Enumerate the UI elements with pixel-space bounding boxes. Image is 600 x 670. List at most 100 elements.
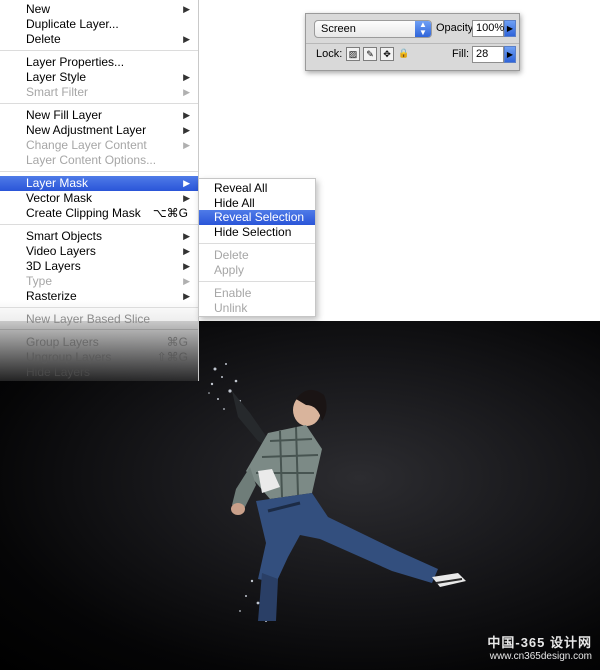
submenu-item-label: Reveal All xyxy=(214,181,268,195)
menu-item-ungroup-layers: Ungroup Layers ⇧⌘G xyxy=(0,350,198,365)
triangle-right-icon: ▶ xyxy=(183,72,190,82)
menu-item-label: New xyxy=(26,2,51,16)
submenu-item-reveal-selection[interactable]: Reveal Selection xyxy=(199,210,315,225)
shortcut-label: ⌘G xyxy=(166,335,188,349)
menu-item-type: Type ▶ xyxy=(0,274,198,289)
menu-item-label: Duplicate Layer... xyxy=(26,17,119,31)
triangle-right-icon: ▶ xyxy=(183,193,190,203)
menu-item-label: Vector Mask xyxy=(26,191,93,205)
menu-item-new-adjustment-layer[interactable]: New Adjustment Layer ▶ xyxy=(0,123,198,138)
submenu-item-label: Enable xyxy=(214,286,252,300)
menu-item-smart-objects[interactable]: Smart Objects ▶ xyxy=(0,229,198,244)
submenu-item-unlink: Unlink xyxy=(199,301,315,316)
submenu-item-label: Hide All xyxy=(214,196,255,210)
triangle-right-icon: ▶ xyxy=(183,4,190,14)
menu-item-label: New Fill Layer xyxy=(26,108,103,122)
triangle-right-icon: ▶ xyxy=(183,246,190,256)
menu-item-vector-mask[interactable]: Vector Mask ▶ xyxy=(0,191,198,206)
menu-item-group-layers[interactable]: Group Layers ⌘G xyxy=(0,335,198,350)
menu-item-create-clipping-mask[interactable]: Create Clipping Mask ⌥⌘G xyxy=(0,206,198,221)
triangle-right-icon: ▶ xyxy=(183,276,190,286)
layers-panel-header: Screen ▲ ▼ Opacity: 100% ▶ Lock: ▨ ✎ ✥ 🔒 … xyxy=(305,13,520,71)
triangle-right-icon: ▶ xyxy=(183,140,190,150)
opacity-slider-button[interactable]: ▶ xyxy=(504,20,516,37)
brush-lock-icon[interactable]: ✎ xyxy=(363,47,377,61)
menu-item-label: Group Layers xyxy=(26,335,99,349)
watermark: 中国-365 设计网 www.cn365design.com xyxy=(487,636,592,664)
menu-item-new-layer-based-slice[interactable]: New Layer Based Slice xyxy=(0,312,198,327)
submenu-item-label: Delete xyxy=(214,248,249,262)
submenu-item-reveal-all[interactable]: Reveal All xyxy=(199,181,315,196)
menu-item-change-layer-content: Change Layer Content ▶ xyxy=(0,138,198,153)
menu-item-rasterize[interactable]: Rasterize ▶ xyxy=(0,289,198,304)
menu-item-label: Delete xyxy=(26,32,61,46)
menu-separator xyxy=(0,224,198,225)
submenu-item-delete: Delete xyxy=(199,248,315,263)
triangle-right-icon: ▶ xyxy=(183,178,190,188)
menu-item-label: Ungroup Layers xyxy=(26,350,112,364)
submenu-separator xyxy=(199,281,315,282)
menu-item-label: Hide Layers xyxy=(26,365,91,379)
submenu-item-label: Unlink xyxy=(214,301,248,315)
fill-label: Fill: xyxy=(452,48,470,60)
menu-item-layer-properties[interactable]: Layer Properties... xyxy=(0,55,198,70)
triangle-right-icon: ▶ xyxy=(183,261,190,271)
submenu-item-label: Reveal Selection xyxy=(214,210,305,224)
layer-mask-submenu: Reveal All Hide All Reveal Selection Hid… xyxy=(198,178,316,317)
submenu-item-enable: Enable xyxy=(199,286,315,301)
menu-item-3d-layers[interactable]: 3D Layers ▶ xyxy=(0,259,198,274)
layer-context-menu: New ▶ Duplicate Layer... Delete ▶ Layer … xyxy=(0,0,199,381)
menu-item-label: New Adjustment Layer xyxy=(26,123,147,137)
submenu-separator xyxy=(199,243,315,244)
blend-mode-dropdown[interactable]: Screen ▲ ▼ xyxy=(314,20,432,38)
menu-item-video-layers[interactable]: Video Layers ▶ xyxy=(0,244,198,259)
menu-item-label: Type xyxy=(26,274,53,288)
menu-separator xyxy=(0,171,198,172)
menu-item-label: Video Layers xyxy=(26,244,96,258)
menu-item-label: Smart Objects xyxy=(26,229,103,243)
submenu-item-hide-selection[interactable]: Hide Selection xyxy=(199,225,315,240)
triangle-right-icon: ▶ xyxy=(183,110,190,120)
shortcut-label: ⌥⌘G xyxy=(152,206,188,220)
menu-item-smart-filter: Smart Filter ▶ xyxy=(0,85,198,100)
blend-mode-value: Screen xyxy=(321,23,356,35)
menu-item-new-fill-layer[interactable]: New Fill Layer ▶ xyxy=(0,108,198,123)
menu-item-new[interactable]: New ▶ xyxy=(0,2,198,17)
opacity-label: Opacity: xyxy=(436,22,477,34)
menu-item-layer-style[interactable]: Layer Style ▶ xyxy=(0,70,198,85)
menu-separator xyxy=(0,307,198,308)
submenu-item-label: Apply xyxy=(214,263,245,277)
menu-item-label: Layer Mask xyxy=(26,176,89,190)
opacity-input[interactable]: 100% xyxy=(472,20,504,37)
menu-item-label: Create Clipping Mask xyxy=(26,206,141,220)
menu-item-label: Change Layer Content xyxy=(26,138,147,152)
fill-input[interactable]: 28 xyxy=(472,46,504,63)
menu-item-layer-content-options: Layer Content Options... xyxy=(0,153,198,168)
padlock-icon[interactable]: 🔒 xyxy=(397,47,411,61)
menu-separator xyxy=(0,329,198,330)
move-lock-icon[interactable]: ✥ xyxy=(380,47,394,61)
menu-separator xyxy=(0,50,198,51)
triangle-right-icon: ▶ xyxy=(183,231,190,241)
menu-item-delete[interactable]: Delete ▶ xyxy=(0,32,198,47)
checkerboard-lock-icon[interactable]: ▨ xyxy=(346,47,360,61)
triangle-right-icon: ▶ xyxy=(183,87,190,97)
menu-item-label: Layer Content Options... xyxy=(26,153,157,167)
shortcut-label: ⇧⌘G xyxy=(156,350,188,364)
submenu-item-hide-all[interactable]: Hide All xyxy=(199,196,315,211)
chevron-updown-icon: ▲ ▼ xyxy=(415,21,431,37)
menu-item-duplicate-layer[interactable]: Duplicate Layer... xyxy=(0,17,198,32)
triangle-right-icon: ▶ xyxy=(183,34,190,44)
triangle-right-icon: ▶ xyxy=(183,291,190,301)
menu-item-label: 3D Layers xyxy=(26,259,81,273)
menu-item-label: Smart Filter xyxy=(26,85,89,99)
menu-item-hide-layers[interactable]: Hide Layers xyxy=(0,365,198,380)
menu-item-layer-mask[interactable]: Layer Mask ▶ xyxy=(0,176,198,191)
triangle-right-icon: ▶ xyxy=(183,125,190,135)
menu-item-label: Rasterize xyxy=(26,289,77,303)
watermark-title: 中国-365 设计网 xyxy=(487,635,592,650)
watermark-url: www.cn365design.com xyxy=(489,651,592,662)
menu-item-label: Layer Style xyxy=(26,70,87,84)
submenu-item-label: Hide Selection xyxy=(214,225,292,239)
fill-slider-button[interactable]: ▶ xyxy=(504,46,516,63)
